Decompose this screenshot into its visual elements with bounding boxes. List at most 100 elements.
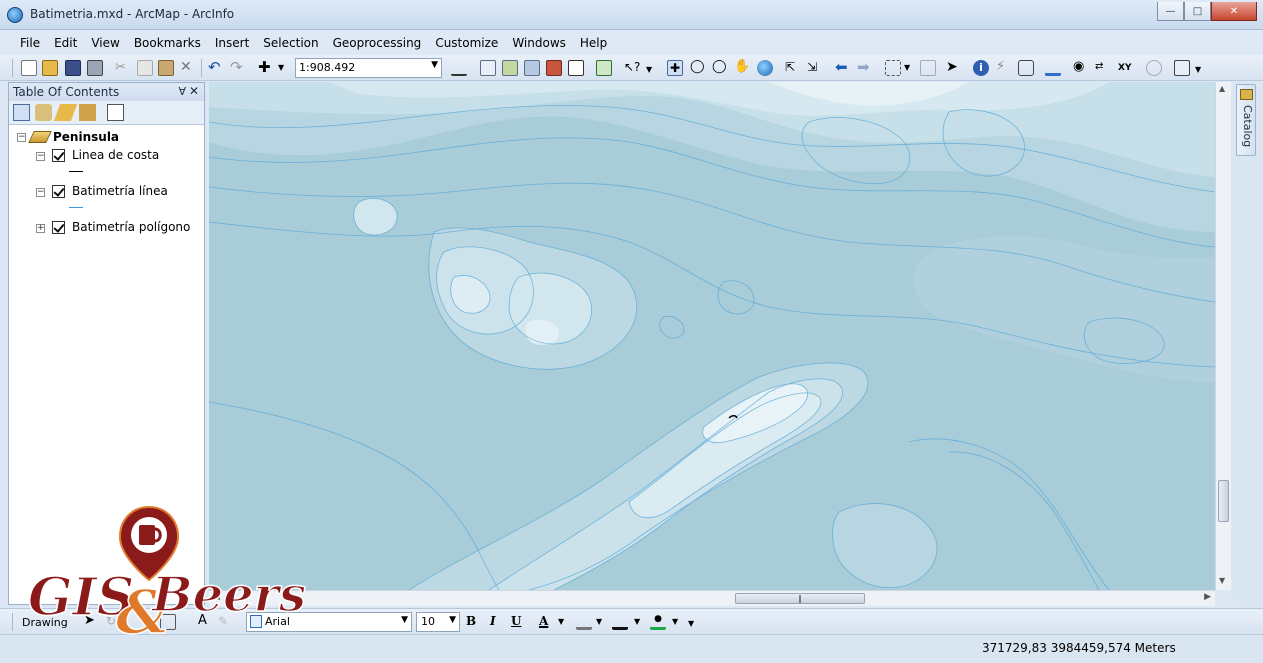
italic-button[interactable]: I (490, 614, 496, 628)
menu-windows[interactable]: Windows (505, 36, 573, 50)
zoom-in-center-icon[interactable]: ⇱ (785, 60, 801, 76)
maximize-button[interactable]: □ (1184, 2, 1211, 21)
select-elements-arrow-icon[interactable]: ➤ (946, 60, 962, 76)
toc-options-icon[interactable] (107, 104, 124, 121)
scroll-up-arrow-icon[interactable]: ▲ (1219, 84, 1225, 93)
layer-collapse-toggle[interactable]: − (36, 188, 45, 197)
layer-line-symbol[interactable] (69, 171, 83, 172)
fill-color-icon[interactable] (576, 614, 592, 630)
paste-icon[interactable] (158, 60, 174, 76)
fixed-zoom-out-icon[interactable]: ◯ (712, 60, 728, 76)
arcmap-app-icon[interactable] (7, 7, 23, 23)
menu-selection[interactable]: Selection (256, 36, 325, 50)
undo-icon[interactable]: ↶ (208, 60, 224, 76)
toolbar-options-icon[interactable]: ▼ (688, 614, 704, 630)
select-dropdown-icon[interactable]: ▼ (904, 60, 920, 76)
layer-line-symbol[interactable] (69, 207, 83, 208)
zoom-out-center-icon[interactable]: ⇲ (807, 60, 823, 76)
time-slider-icon[interactable] (1146, 60, 1162, 76)
minimize-button[interactable]: — (1157, 2, 1184, 21)
chevron-down-icon[interactable]: ▼ (449, 615, 456, 625)
new-document-icon[interactable] (21, 60, 37, 76)
menu-bookmarks[interactable]: Bookmarks (127, 36, 208, 50)
clear-selection-icon[interactable] (920, 60, 936, 76)
cut-icon[interactable]: ✂ (115, 60, 131, 76)
html-popup-icon[interactable] (1018, 60, 1034, 76)
layer-visibility-checkbox[interactable] (52, 149, 65, 162)
pan-hand-icon[interactable]: ✋ (734, 60, 750, 76)
print-icon[interactable] (87, 60, 103, 76)
line-color-icon[interactable] (612, 614, 628, 630)
bold-button[interactable]: B (466, 614, 476, 628)
add-data-dropdown-icon[interactable]: ▼ (278, 60, 294, 76)
go-back-extent-icon[interactable]: ⬅ (835, 60, 851, 76)
measure-icon[interactable] (1045, 60, 1061, 76)
create-viewer-window-icon[interactable] (1174, 60, 1190, 76)
open-folder-icon[interactable] (42, 60, 58, 76)
map-display[interactable] (209, 82, 1215, 590)
identify-icon[interactable]: i (973, 60, 989, 76)
chevron-down-icon[interactable]: ▼ (431, 60, 438, 70)
list-by-source-icon[interactable] (35, 104, 52, 121)
go-to-xy-icon[interactable]: XY (1118, 60, 1134, 76)
copy-icon[interactable] (137, 60, 153, 76)
go-forward-extent-icon[interactable]: ➡ (857, 60, 873, 76)
layer-group-name[interactable]: Peninsula (53, 130, 119, 144)
chevron-down-icon[interactable]: ▼ (401, 615, 408, 625)
layer-name[interactable]: Batimetría línea (72, 184, 168, 198)
hyperlink-icon[interactable]: ⚡ (996, 60, 1012, 76)
menu-help[interactable]: Help (573, 36, 614, 50)
toolbar-overflow-icon[interactable]: ▼ (1195, 60, 1211, 76)
menu-file[interactable]: File (13, 36, 47, 50)
zoom-in-tool-icon[interactable]: ✚ (667, 60, 683, 76)
full-extent-globe-icon[interactable] (757, 60, 773, 76)
fill-color-dropdown-icon[interactable]: ▼ (596, 614, 612, 630)
horizontal-scroll-thumb[interactable]: ‖ (735, 593, 865, 604)
font-color-button[interactable]: A (539, 614, 548, 628)
menu-edit[interactable]: Edit (47, 36, 84, 50)
find-route-icon[interactable]: ⇄ (1095, 60, 1111, 76)
list-by-drawing-order-icon[interactable] (13, 104, 30, 121)
close-button[interactable]: ✕ (1211, 2, 1257, 21)
map-scale-combo[interactable]: 1:908.492 ▼ (295, 58, 442, 78)
python-window-icon[interactable] (568, 60, 584, 76)
layer-expand-toggle[interactable]: + (36, 224, 45, 233)
whats-this-help-icon[interactable]: ↖? (624, 60, 640, 76)
marker-color-dropdown-icon[interactable]: ▼ (672, 614, 688, 630)
catalog-side-tab[interactable]: Catalog (1236, 84, 1256, 156)
underline-button[interactable]: U (511, 614, 521, 628)
menu-customize[interactable]: Customize (428, 36, 505, 50)
editor-toolbar-icon[interactable] (451, 60, 467, 76)
font-color-dropdown-icon[interactable]: ▼ (558, 614, 574, 630)
font-size-combo[interactable]: 10 ▼ (416, 612, 460, 632)
map-horizontal-scrollbar[interactable]: ◀ ‖ ▶ (209, 590, 1215, 606)
find-binoculars-icon[interactable]: ◉ (1073, 60, 1089, 76)
map-vertical-scrollbar[interactable]: ▲ ▼ (1215, 82, 1231, 590)
close-icon[interactable]: ✕ (189, 84, 199, 98)
toolbar-options-icon[interactable]: ▼ (646, 60, 662, 76)
layer-name[interactable]: Linea de costa (72, 148, 159, 162)
add-data-icon[interactable]: ✚ (258, 60, 274, 76)
layer-visibility-checkbox[interactable] (52, 185, 65, 198)
delete-icon[interactable]: ✕ (180, 60, 196, 76)
menu-view[interactable]: View (84, 36, 126, 50)
redo-icon[interactable]: ↷ (230, 60, 246, 76)
menu-geoprocessing[interactable]: Geoprocessing (326, 36, 429, 50)
layer-visibility-checkbox[interactable] (52, 221, 65, 234)
list-by-selection-icon[interactable] (79, 104, 96, 121)
pin-icon[interactable]: ∀ (178, 85, 186, 98)
save-icon[interactable] (65, 60, 81, 76)
toolbar-grip[interactable] (12, 59, 13, 77)
scroll-down-arrow-icon[interactable]: ▼ (1219, 576, 1225, 585)
modelbuilder-icon[interactable] (596, 60, 612, 76)
menu-insert[interactable]: Insert (208, 36, 256, 50)
vertical-scroll-thumb[interactable] (1218, 480, 1229, 522)
list-by-visibility-icon[interactable] (53, 104, 78, 121)
table-of-contents-window-icon[interactable] (480, 60, 496, 76)
line-color-dropdown-icon[interactable]: ▼ (634, 614, 650, 630)
arctoolbox-icon[interactable] (546, 60, 562, 76)
layer-collapse-toggle[interactable]: − (36, 152, 45, 161)
layer-name[interactable]: Batimetría polígono (72, 220, 190, 234)
scroll-right-arrow-icon[interactable]: ▶ (1204, 592, 1211, 602)
toolbar-grip[interactable] (12, 613, 13, 631)
